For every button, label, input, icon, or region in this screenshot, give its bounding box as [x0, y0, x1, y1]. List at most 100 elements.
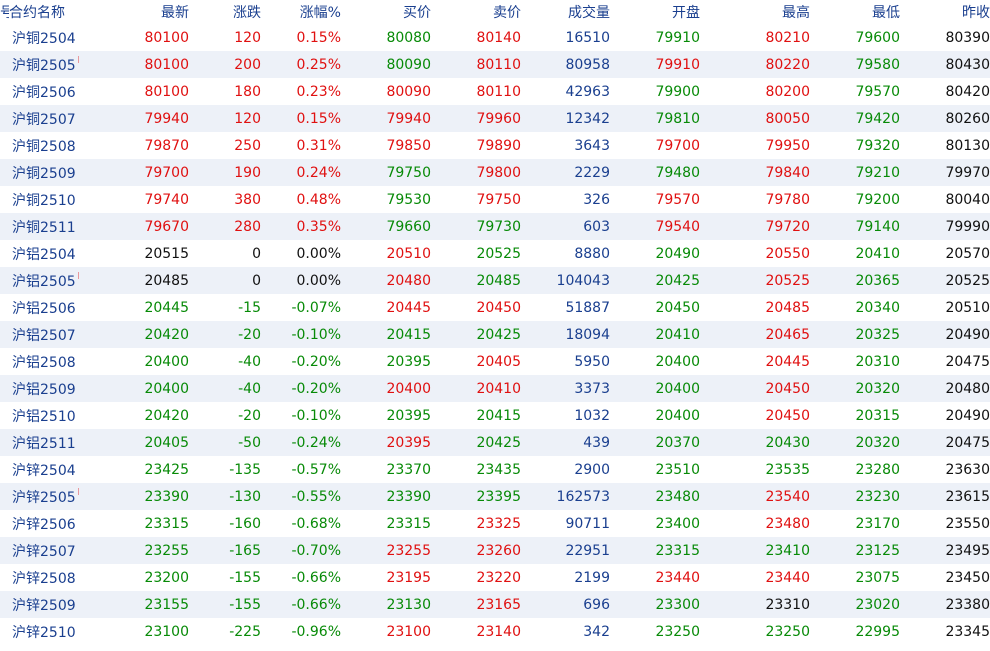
- cell-change: -20: [238, 326, 261, 343]
- table-row[interactable]: 沪铝2507 20420 -20 -0.10% 20415 20425 18094 20410…: [0, 321, 990, 348]
- col-header-volume[interactable]: 成交量: [521, 0, 610, 24]
- table-row[interactable]: 沪锌2506 23315 -160 -0.68% 23315 23325 90711 2340…: [0, 510, 990, 537]
- cell-symbol[interactable]: 沪锌2509: [9, 591, 79, 618]
- cell-symbol[interactable]: 沪铜2510: [9, 186, 79, 213]
- cell-index: [0, 510, 9, 537]
- table-row[interactable]: 沪铝2509 20400 -40 -0.20% 20400 20410 3373 20400 2…: [0, 375, 990, 402]
- cell-prev-close: 20475: [945, 353, 990, 370]
- table-row[interactable]: 沪铜2505M 80100 200 0.25% 80090 80110 80958 79910…: [0, 51, 990, 78]
- cell-symbol[interactable]: 沪锌2508: [9, 564, 79, 591]
- cell-volume: 2900: [574, 461, 610, 478]
- cell-high: 79780: [765, 191, 810, 208]
- table-row[interactable]: 沪锌2508 23200 -155 -0.66% 23195 23220 2199 23440…: [0, 564, 990, 591]
- cell-symbol[interactable]: 沪锌2506: [9, 510, 79, 537]
- cell-symbol[interactable]: 沪铜2504: [9, 24, 79, 51]
- cell-symbol[interactable]: 沪铝2509: [9, 375, 79, 402]
- cell-symbol[interactable]: 沪铝2504: [9, 240, 79, 267]
- table-row[interactable]: 沪铝2506 20445 -15 -0.07% 20445 20450 51887 20450…: [0, 294, 990, 321]
- cell-symbol[interactable]: 沪铜2508: [9, 132, 79, 159]
- cell-symbol[interactable]: 沪铝2508: [9, 348, 79, 375]
- table-row[interactable]: 沪铝2504 20515 0 0.00% 20510 20525 8880 20490 2055…: [0, 240, 990, 267]
- cell-open: 79910: [655, 29, 700, 46]
- cell-ask: 23325: [476, 515, 521, 532]
- cell-symbol[interactable]: 沪铜2511: [9, 213, 79, 240]
- cell-symbol[interactable]: 沪铝2505M: [9, 267, 79, 294]
- cell-bid: 23390: [386, 488, 431, 505]
- col-header-open[interactable]: 开盘: [610, 0, 700, 24]
- cell-symbol[interactable]: 沪锌2504: [9, 456, 79, 483]
- cell-ask: 23220: [476, 569, 521, 586]
- table-row[interactable]: 沪铜2507 79940 120 0.15% 79940 79960 12342 79810 8…: [0, 105, 990, 132]
- cell-low: 20340: [855, 299, 900, 316]
- cell-symbol[interactable]: 沪锌2505M: [9, 483, 79, 510]
- cell-symbol[interactable]: 沪铜2507: [9, 105, 79, 132]
- cell-last: 23390: [144, 488, 189, 505]
- cell-bid: 80090: [386, 56, 431, 73]
- table-row[interactable]: 沪铜2508 79870 250 0.31% 79850 79890 3643 79700 79…: [0, 132, 990, 159]
- table-row[interactable]: 沪铝2508 20400 -40 -0.20% 20395 20405 5950 20400 2…: [0, 348, 990, 375]
- cell-symbol[interactable]: 沪铜2506: [9, 78, 79, 105]
- cell-index: [0, 321, 9, 348]
- cell-bid: 23100: [386, 623, 431, 640]
- col-header-change[interactable]: 涨跌: [189, 0, 261, 24]
- cell-volume: 51887: [565, 299, 610, 316]
- cell-symbol[interactable]: 沪铜2505M: [9, 51, 79, 78]
- cell-change: -40: [238, 380, 261, 397]
- col-header-change-pct[interactable]: 涨幅%: [261, 0, 341, 24]
- cell-index: [0, 78, 9, 105]
- cell-symbol[interactable]: 沪锌2510: [9, 618, 79, 645]
- cell-last: 20400: [144, 353, 189, 370]
- table-row[interactable]: 沪锌2504 23425 -135 -0.57% 23370 23435 2900 23510…: [0, 456, 990, 483]
- cell-prev-close: 23630: [945, 461, 990, 478]
- table-row[interactable]: 沪锌2505M 23390 -130 -0.55% 23390 23395 162573 23…: [0, 483, 990, 510]
- cell-change: -20: [238, 407, 261, 424]
- cell-bid: 20510: [386, 245, 431, 262]
- cell-symbol[interactable]: 沪铜2509: [9, 159, 79, 186]
- cell-prev-close: 80260: [945, 110, 990, 127]
- table-row[interactable]: 沪铜2509 79700 190 0.24% 79750 79800 2229 79480 79…: [0, 159, 990, 186]
- cell-volume: 603: [583, 218, 610, 235]
- cell-last: 20420: [144, 326, 189, 343]
- cell-bid: 23255: [386, 542, 431, 559]
- cell-bid: 23195: [386, 569, 431, 586]
- table-row[interactable]: 沪锌2509 23155 -155 -0.66% 23130 23165 696 23300 2…: [0, 591, 990, 618]
- col-header-last[interactable]: 最新: [79, 0, 189, 24]
- table-row[interactable]: 沪锌2510 23100 -225 -0.96% 23100 23140 342 23250 2…: [0, 618, 990, 645]
- cell-index: [0, 294, 9, 321]
- cell-index: [0, 564, 9, 591]
- table-row[interactable]: 沪铜2510 79740 380 0.48% 79530 79750 326 79570 797…: [0, 186, 990, 213]
- col-header-low[interactable]: 最低: [810, 0, 900, 24]
- table-row[interactable]: 沪铜2506 80100 180 0.23% 80090 80110 42963 79900 8…: [0, 78, 990, 105]
- table-row[interactable]: 沪锌2507 23255 -165 -0.70% 23255 23260 22951 2331…: [0, 537, 990, 564]
- cell-prev-close: 23345: [945, 623, 990, 640]
- cell-last: 79940: [144, 110, 189, 127]
- cell-last: 20445: [144, 299, 189, 316]
- cell-last: 20485: [144, 272, 189, 289]
- cell-symbol[interactable]: 沪铝2507: [9, 321, 79, 348]
- cell-symbol[interactable]: 沪铝2506: [9, 294, 79, 321]
- cell-change: -225: [229, 623, 261, 640]
- cell-prev-close: 23380: [945, 596, 990, 613]
- cell-open: 20400: [655, 407, 700, 424]
- cell-open: 23510: [655, 461, 700, 478]
- table-row[interactable]: 沪铝2510 20420 -20 -0.10% 20395 20415 1032 20400 2…: [0, 402, 990, 429]
- col-header-symbol[interactable]: 合约名称: [9, 0, 79, 24]
- table-row[interactable]: 沪铜2504 80100 120 0.15% 80080 80140 16510 79910 8…: [0, 24, 990, 51]
- col-header-prev-close[interactable]: 昨收: [900, 0, 990, 24]
- col-header-index[interactable]: 号: [0, 0, 9, 24]
- cell-volume: 104043: [556, 272, 610, 289]
- col-header-high[interactable]: 最高: [700, 0, 810, 24]
- table-row[interactable]: 沪铜2511 79670 280 0.35% 79660 79730 603 79540 797…: [0, 213, 990, 240]
- cell-symbol[interactable]: 沪铝2511: [9, 429, 79, 456]
- table-row[interactable]: 沪铝2505M 20485 0 0.00% 20480 20485 104043 20425 2…: [0, 267, 990, 294]
- cell-symbol[interactable]: 沪铝2510: [9, 402, 79, 429]
- cell-open: 20400: [655, 353, 700, 370]
- cell-open: 20450: [655, 299, 700, 316]
- table-row[interactable]: 沪铝2511 20405 -50 -0.24% 20395 20425 439 20370 20…: [0, 429, 990, 456]
- col-header-bid[interactable]: 买价: [341, 0, 431, 24]
- symbol-label: 沪锌2506: [12, 516, 76, 533]
- col-header-ask[interactable]: 卖价: [431, 0, 521, 24]
- cell-symbol[interactable]: 沪锌2507: [9, 537, 79, 564]
- main-contract-badge: M: [78, 487, 79, 498]
- cell-last: 20420: [144, 407, 189, 424]
